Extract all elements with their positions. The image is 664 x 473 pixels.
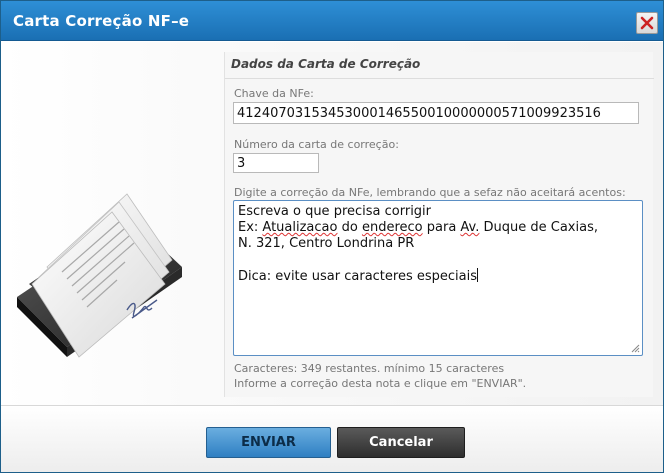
correction-form-panel: Dados da Carta de Correção Chave da NFe:…: [224, 52, 654, 397]
panel-header: Dados da Carta de Correção: [225, 52, 654, 79]
text-caret: [477, 268, 478, 282]
dialog-footer: ENVIAR Cancelar: [1, 405, 663, 472]
correction-number-input[interactable]: [233, 153, 319, 173]
nfe-key-label: Chave da NFe:: [234, 87, 314, 100]
nfe-key-input[interactable]: [233, 102, 639, 124]
cancel-button[interactable]: Cancelar: [337, 427, 465, 458]
close-button[interactable]: [636, 12, 658, 34]
correction-number-label: Número da carta de correção:: [234, 138, 399, 151]
correction-line-3: N. 321, Centro Londrina PR: [238, 236, 415, 251]
resize-grip-icon[interactable]: [631, 344, 640, 353]
character-counter: Caracteres: 349 restantes. mínimo 15 car…: [234, 362, 505, 375]
send-button[interactable]: ENVIAR: [206, 427, 331, 458]
correction-line-5: Dica: evite usar caracteres especiais: [238, 268, 478, 284]
dialog-body: Dados da Carta de Correção Chave da NFe:…: [1, 42, 663, 405]
correction-text-label: Digite a correção da NFe, lembrando que …: [234, 186, 626, 199]
correction-line-1: Escreva o que precisa corrigir: [238, 204, 432, 219]
close-icon: [640, 16, 654, 30]
correction-line-4: [238, 252, 638, 268]
dialog-title: Carta Correção NF–e: [13, 12, 190, 30]
correction-line-2: Ex: Atualizacao do endereco para Av. Duq…: [238, 220, 598, 235]
panel-title: Dados da Carta de Correção: [231, 57, 421, 71]
correction-letter-dialog: Carta Correção NF–e Dados da Carta de Co…: [0, 0, 664, 473]
documents-illustration-icon: [17, 193, 182, 358]
dialog-titlebar: Carta Correção NF–e: [1, 1, 663, 41]
instruction-hint: Informe a correção desta nota e clique e…: [234, 377, 527, 390]
correction-textarea[interactable]: Escreva o que precisa corrigir Ex: Atuali…: [233, 200, 643, 356]
